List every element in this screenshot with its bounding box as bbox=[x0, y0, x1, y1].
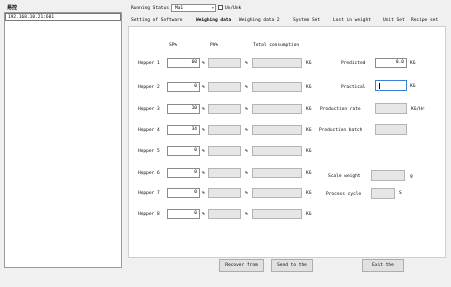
kg-unit: KG bbox=[306, 107, 312, 112]
pct-unit: % bbox=[245, 85, 248, 90]
app-title: 易控 bbox=[7, 5, 18, 11]
kg-unit: KG bbox=[306, 191, 312, 196]
hopper-label: Hopper 1 bbox=[138, 61, 160, 66]
running-status-select[interactable]: Ma1 ▾ bbox=[171, 4, 216, 12]
hopper-sp-input[interactable]: 34 bbox=[167, 125, 200, 135]
chevron-down-icon: ▾ bbox=[211, 5, 214, 10]
pct-unit: % bbox=[245, 107, 248, 112]
predicted-field: 0.0 bbox=[375, 58, 407, 68]
running-status-label: Running Status bbox=[131, 6, 169, 11]
kg-unit: KG bbox=[306, 212, 312, 217]
device-ip: 192.168.10.21:601 bbox=[8, 15, 55, 20]
predicted-label: Predicted bbox=[341, 61, 366, 66]
device-list[interactable]: 192.168.10.21:601 bbox=[4, 12, 122, 268]
running-status-value: Ma1 bbox=[175, 6, 184, 11]
hopper-label: Hopper 3 bbox=[138, 107, 160, 112]
pct-unit: % bbox=[245, 171, 248, 176]
hopper-total-field bbox=[252, 82, 302, 92]
hopper-sp-input[interactable]: 0 bbox=[167, 82, 200, 92]
hopper-total-field bbox=[252, 58, 302, 68]
practical-label: Practical bbox=[341, 85, 366, 90]
recover-from-button[interactable]: Recover from bbox=[219, 259, 264, 272]
hopper-label: Hopper 2 bbox=[138, 85, 160, 90]
kg-unit: KG bbox=[306, 171, 312, 176]
scale-weight-unit: g bbox=[410, 174, 413, 179]
tab-unit-set[interactable]: Unit Set bbox=[383, 17, 405, 24]
process-cycle-label: Process cycle bbox=[326, 192, 362, 197]
process-cycle-field bbox=[371, 188, 395, 199]
hopper-total-field bbox=[252, 146, 302, 156]
hopper-label: Hopper 7 bbox=[138, 191, 160, 196]
pct-unit: % bbox=[202, 85, 205, 90]
pct-unit: % bbox=[202, 107, 205, 112]
tab-lost-in-weight[interactable]: Lost in weight bbox=[333, 17, 371, 24]
hopper-pv-field bbox=[208, 82, 241, 92]
hopper-total-field bbox=[252, 104, 302, 114]
hopper-pv-field bbox=[208, 58, 241, 68]
column-pv: PV% bbox=[210, 43, 219, 48]
pct-unit: % bbox=[245, 149, 248, 154]
production-batch-label: Production batch bbox=[319, 128, 363, 133]
hopper-label: Hopper 8 bbox=[138, 212, 160, 217]
hopper-sp-input[interactable]: 0 bbox=[167, 209, 200, 219]
hopper-pv-field bbox=[208, 125, 241, 135]
tab-weighing-data[interactable]: Weighing data bbox=[196, 17, 231, 24]
practical-input[interactable] bbox=[375, 80, 407, 91]
device-list-item[interactable]: 192.168.10.21:601 bbox=[5, 13, 121, 21]
predicted-unit: KG bbox=[410, 61, 416, 66]
tab-recipe-set[interactable]: Recipe set bbox=[411, 17, 438, 24]
unk-checkbox[interactable] bbox=[218, 5, 223, 10]
text-cursor bbox=[379, 83, 380, 89]
hopper-sp-input[interactable]: 10 bbox=[167, 104, 200, 114]
tab-setting-of-software[interactable]: Setting of Software bbox=[131, 17, 182, 24]
scale-weight-label: Scale weight bbox=[328, 174, 361, 179]
pct-unit: % bbox=[202, 212, 205, 217]
hopper-sp-input[interactable]: 0 bbox=[167, 188, 200, 198]
hopper-sp-input[interactable]: 0 bbox=[167, 146, 200, 156]
pct-unit: % bbox=[245, 212, 248, 217]
hopper-total-field bbox=[252, 168, 302, 178]
process-cycle-unit: S bbox=[399, 191, 402, 196]
pct-unit: % bbox=[202, 191, 205, 196]
hopper-total-field bbox=[252, 125, 302, 135]
production-batch-field bbox=[375, 124, 407, 135]
column-total-consumption: Total consumption bbox=[253, 43, 300, 48]
pct-unit: % bbox=[202, 128, 205, 133]
tab-weighing-data-2[interactable]: Weighing data 2 bbox=[239, 17, 280, 24]
hopper-sp-input[interactable]: 60 bbox=[167, 58, 200, 68]
scale-weight-field bbox=[371, 170, 405, 181]
hopper-pv-field bbox=[208, 209, 241, 219]
exit-button[interactable]: Exit the bbox=[362, 259, 404, 272]
kg-unit: KG bbox=[306, 149, 312, 154]
tab-system-set[interactable]: System Set bbox=[293, 17, 320, 24]
kg-unit: KG bbox=[306, 128, 312, 133]
unk-checkbox-label: Un/Unk bbox=[225, 6, 242, 11]
hopper-label: Hopper 5 bbox=[138, 149, 160, 154]
send-to-button[interactable]: Send to the bbox=[271, 259, 313, 272]
hopper-label: Hopper 6 bbox=[138, 171, 160, 176]
pct-unit: % bbox=[202, 171, 205, 176]
hopper-total-field bbox=[252, 188, 302, 198]
practical-unit: KG bbox=[410, 84, 416, 89]
hopper-pv-field bbox=[208, 188, 241, 198]
pct-unit: % bbox=[202, 61, 205, 66]
hopper-label: Hopper 4 bbox=[138, 128, 160, 133]
hopper-total-field bbox=[252, 209, 302, 219]
hopper-pv-field bbox=[208, 104, 241, 114]
pct-unit: % bbox=[245, 191, 248, 196]
pct-unit: % bbox=[245, 61, 248, 66]
pct-unit: % bbox=[202, 149, 205, 154]
hopper-sp-input[interactable]: 0 bbox=[167, 168, 200, 178]
pct-unit: % bbox=[245, 128, 248, 133]
column-sp: SP% bbox=[169, 43, 178, 48]
production-rate-label: Production rate bbox=[320, 107, 361, 112]
hopper-pv-field bbox=[208, 146, 241, 156]
production-rate-field bbox=[375, 103, 407, 114]
hopper-pv-field bbox=[208, 168, 241, 178]
kg-unit: KG bbox=[306, 61, 312, 66]
production-rate-unit: KG/Hr bbox=[411, 107, 425, 112]
kg-unit: KG bbox=[306, 85, 312, 90]
